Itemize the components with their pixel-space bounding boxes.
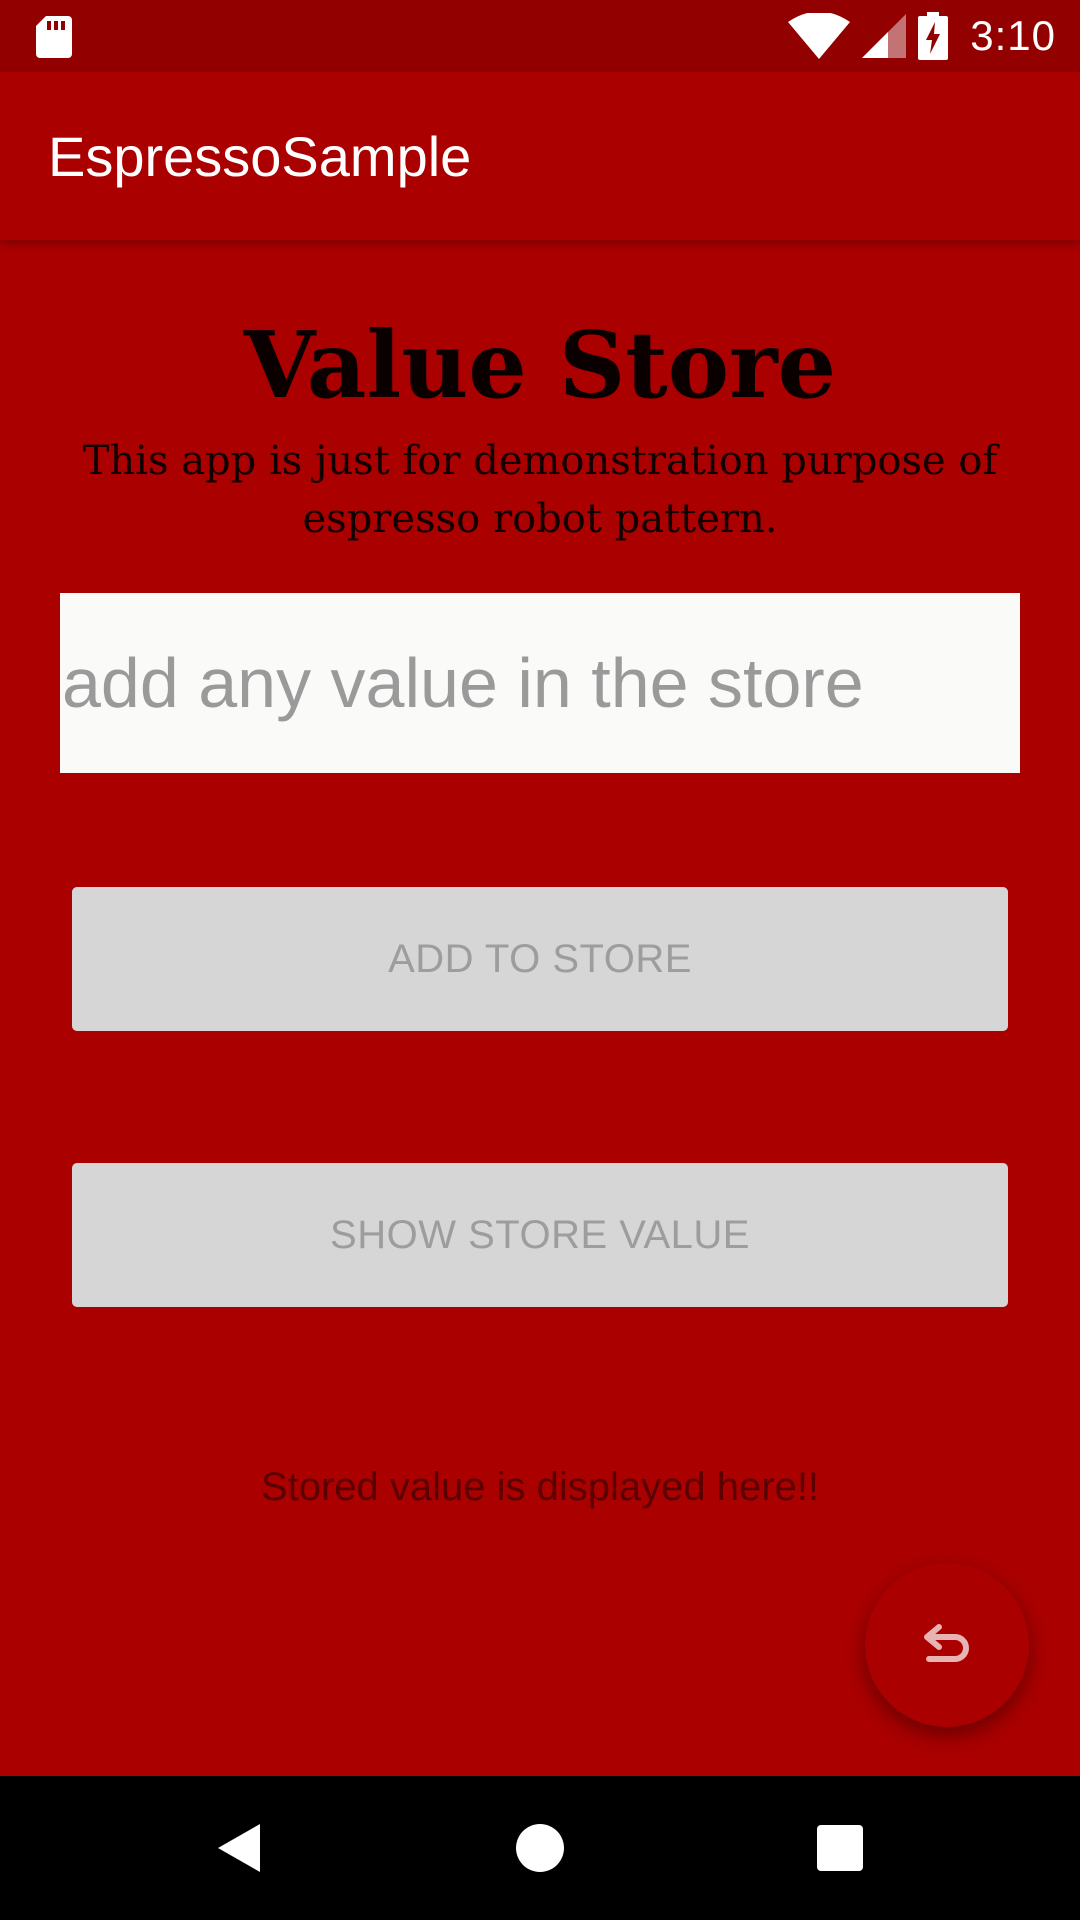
- back-icon[interactable]: [210, 1818, 270, 1878]
- undo-fab-button[interactable]: [865, 1563, 1029, 1727]
- status-bar: 3:10: [0, 0, 1080, 72]
- system-icons: 3:10: [776, 10, 1056, 62]
- add-to-store-button[interactable]: ADD TO STORE: [72, 887, 1008, 1031]
- home-icon[interactable]: [510, 1818, 570, 1878]
- app-bar: EspressoSample: [0, 72, 1080, 240]
- stored-value-text: Stored value is displayed here!!: [260, 1465, 820, 1509]
- value-input[interactable]: [60, 593, 1020, 773]
- page-title: Value Store: [243, 311, 837, 419]
- wifi-icon: [788, 13, 851, 59]
- show-store-value-button[interactable]: SHOW STORE VALUE: [72, 1163, 1008, 1307]
- navigation-bar: [0, 1776, 1080, 1920]
- sd-card-icon: [36, 16, 72, 58]
- recents-icon[interactable]: [810, 1818, 870, 1878]
- battery-charging-icon: [918, 12, 949, 60]
- signal-icon: [862, 14, 907, 58]
- status-clock: 3:10: [970, 12, 1056, 59]
- app-title: EspressoSample: [48, 125, 472, 188]
- page-subtitle: This app is just for demonstration purpo…: [82, 438, 998, 542]
- undo-icon: [924, 1624, 969, 1662]
